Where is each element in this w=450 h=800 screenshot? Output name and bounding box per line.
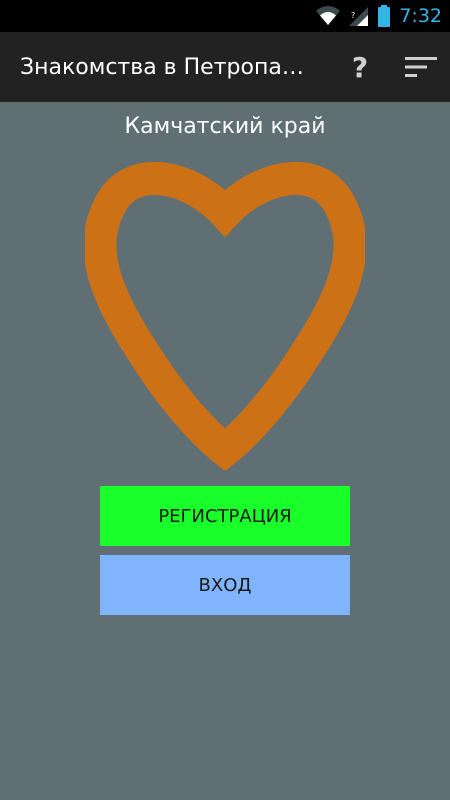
wifi-icon [316,6,341,26]
heart-outline-icon [85,162,365,470]
register-button[interactable]: РЕГИСТРАЦИЯ [100,486,350,546]
sort-menu-button[interactable] [392,32,450,102]
cell-signal-icon: ? [349,7,369,26]
login-button[interactable]: ВХОД [100,555,350,615]
sort-menu-icon [405,57,437,77]
status-icons: ? 7:32 [315,0,450,32]
action-bar: Знакомства в Петропавловске-Камчатском ? [0,32,450,102]
app-title: Знакомства в Петропавловске-Камчатском [20,54,315,80]
battery-icon [378,5,391,27]
status-bar: ? 7:32 [0,0,450,32]
region-label: Камчатский край [124,114,326,139]
help-button[interactable]: ? [335,32,385,102]
status-time: 7:32 [399,5,442,27]
register-button-label: РЕГИСТРАЦИЯ [158,505,292,527]
help-icon: ? [351,50,369,84]
login-button-label: ВХОД [198,574,252,596]
svg-text:?: ? [351,11,355,20]
